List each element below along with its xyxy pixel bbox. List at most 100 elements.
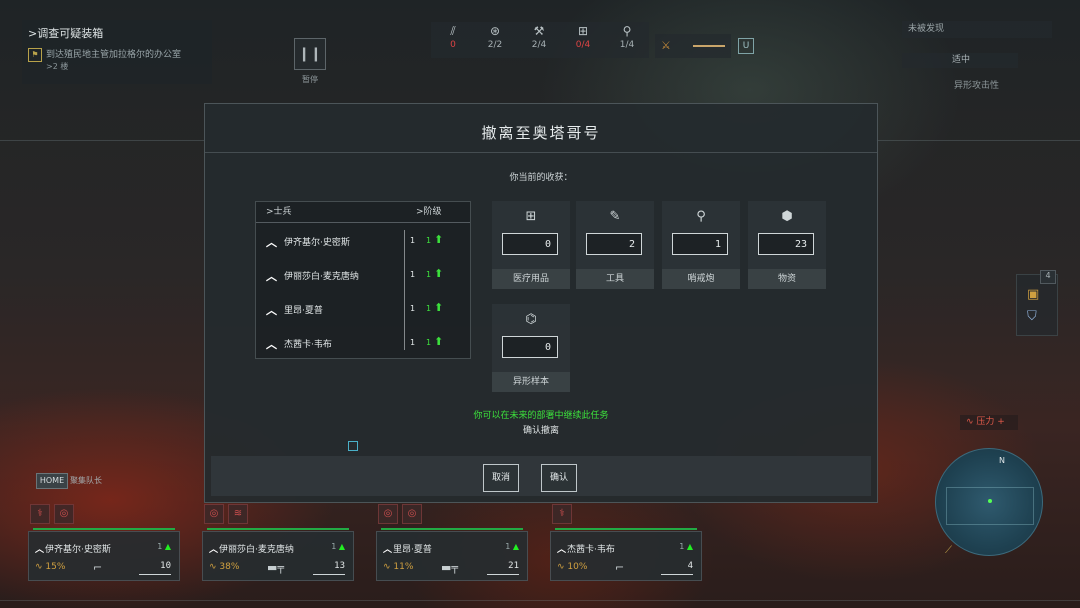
top-resource-bar: ⫽ 0 ⊛ 2/2 ⚒ 2/4 ⊞ 0/4 ⚲ 1/4 [431, 22, 649, 58]
top-resource-medkit: ⊞ 0/4 [563, 24, 603, 50]
weapon-charge-bar [693, 45, 725, 47]
scene-line [0, 140, 205, 141]
stress-icon: ∿ [209, 562, 220, 572]
wrench-icon: ✎ [609, 209, 621, 224]
top-resource-value: 2/2 [487, 40, 503, 50]
skill-target-icon[interactable]: ◎ [402, 504, 422, 524]
squad-rank-value: 1 [679, 542, 685, 551]
compass-icon: ⟋ [945, 545, 952, 556]
skill-target-icon[interactable]: ◎ [378, 504, 398, 524]
skill-target-icon[interactable]: ◎ [204, 504, 224, 524]
stress-value: 10% [567, 562, 588, 572]
confirm-button[interactable]: 确认 [541, 464, 577, 492]
roster-header-rank: >阶级 [416, 207, 442, 217]
top-resource-value: 0 [450, 40, 456, 50]
resource-sentry: ⚲ 1 哨戒炮 [662, 201, 740, 289]
stress-level: ∿ 38% [209, 562, 239, 572]
dna-icon: ⌬ [525, 312, 537, 327]
soldier-roster: >士兵 >阶级 ︿ 伊齐基尔·史密斯 1 1 ⬆ ︿ 伊丽莎白·麦克唐纳 1 1… [255, 201, 471, 359]
turret-icon: ⚲ [622, 24, 632, 38]
rank-chevron-icon: ︿ [266, 236, 277, 249]
squad-card[interactable]: ︿伊丽莎白·麦克唐纳 1 ▲ ∿ 38% ▬╤ 13 [202, 528, 354, 581]
resource-value: 0 [502, 233, 558, 255]
medkit-icon: ⊞ [525, 209, 537, 224]
resource-value: 1 [672, 233, 728, 255]
ammo-count: 21 [487, 561, 519, 575]
motion-tracker-icon[interactable]: U [738, 38, 754, 54]
pause-icon: ❙❙ [298, 46, 322, 62]
roster-row: ︿ 杰茜卡·韦布 1 1 ⬆ [256, 326, 470, 360]
roster-rank-new: 1 [426, 304, 432, 313]
sentry-turret-icon: ⚲ [696, 209, 706, 224]
skill-flame-icon[interactable]: ≋ [228, 504, 248, 524]
resource-samples: ⌬ 0 异形样本 [492, 304, 570, 392]
squad-card[interactable]: ︿里昂·夏普 1 ▲ ∿ 11% ▬╤ 21 [376, 528, 528, 581]
rank-up-icon: ▲ [338, 542, 345, 551]
resource-label: 异形样本 [492, 372, 570, 392]
home-label: 聚集队长 [70, 476, 102, 485]
supplies-cube-icon: ⬢ [781, 209, 793, 224]
minimap-structure [946, 487, 1034, 525]
resource-value: 0 [502, 336, 558, 358]
roster-header: >士兵 >阶级 [256, 202, 470, 223]
resource-label: 工具 [576, 269, 654, 289]
squad-rank: 1 ▲ [157, 542, 171, 551]
stress-value: 11% [393, 562, 414, 572]
minimap[interactable]: N [935, 448, 1043, 556]
skill-target-icon[interactable]: ◎ [54, 504, 74, 524]
pistol-icon: ⌐ [93, 561, 103, 574]
rank-chevron-icon: ︿ [266, 338, 277, 351]
ammo-count: 13 [313, 561, 345, 575]
roster-soldier-name: 里昂·夏普 [284, 306, 323, 316]
rank-chevron-icon: ︿ [383, 545, 393, 555]
roster-row: ︿ 伊齐基尔·史密斯 1 1 ⬆ [256, 224, 470, 258]
roster-rank-old: 1 [410, 338, 416, 347]
badge-icon: ⊛ [489, 24, 501, 38]
squad-rank-value: 1 [157, 542, 163, 551]
objective-panel: >调查可疑装箱 ⚑ 到达殖民地主管加拉格尔的办公室 >2 楼 [22, 20, 212, 84]
home-key-badge[interactable]: HOME [36, 473, 68, 489]
roster-rank-new: 1 [426, 236, 432, 245]
pause-label: 暂停 [302, 75, 318, 84]
squad-card[interactable]: ︿杰茜卡·韦布 1 ▲ ∿ 10% ⌐ 4 [550, 528, 702, 581]
minimap-north-label: N [999, 456, 1005, 465]
ammo-icon: ⫽ [450, 24, 456, 38]
roster-soldier-name: 杰茜卡·韦布 [284, 340, 332, 350]
pressure-indicator: ∿ 压力 + [960, 415, 1018, 430]
roster-row: ︿ 伊丽莎白·麦克唐纳 1 1 ⬆ [256, 258, 470, 292]
objective-detail: 到达殖民地主管加拉格尔的办公室 [46, 50, 182, 60]
stress-level: ∿ 10% [557, 562, 587, 572]
skill-stim-icon[interactable]: ⚕ [30, 504, 50, 524]
tools-icon: ⚒ [533, 24, 545, 38]
confirm-prompt: 确认撤离 [522, 426, 559, 436]
pistol-icon: ⌐ [615, 561, 625, 574]
roster-rank-new: 1 [426, 270, 432, 279]
squad-name-text: 伊丽莎白·麦克唐纳 [219, 545, 294, 555]
rank-up-icon: ▲ [686, 542, 693, 551]
stress-value: 38% [219, 562, 240, 572]
health-bar [555, 528, 697, 530]
health-bar [33, 528, 175, 530]
aggression-label: 异形攻击性 [954, 81, 1000, 91]
scene-line [0, 600, 1080, 601]
rifle-icon: ▬╤ [441, 561, 459, 574]
evacuation-dialog: 撤离至奥塔哥号 你当前的收获： >士兵 >阶级 ︿ 伊齐基尔·史密斯 1 1 ⬆… [204, 103, 878, 503]
resource-medical: ⊞ 0 医疗用品 [492, 201, 570, 289]
skill-stim-icon[interactable]: ⚕ [552, 504, 572, 524]
squad-name: ︿杰茜卡·韦布 [557, 542, 615, 555]
squad-rank-value: 1 [331, 542, 337, 551]
resource-label: 哨戒炮 [662, 269, 740, 289]
health-bar [207, 528, 349, 530]
roster-rank-old: 1 [410, 270, 416, 279]
shield-icon[interactable]: ⛉ [1027, 309, 1037, 324]
pause-button[interactable]: ❙❙ [294, 38, 326, 70]
weapon-indicator[interactable]: ⚔ [655, 34, 731, 58]
folder-icon[interactable]: ▣ [1027, 287, 1039, 302]
squad-card[interactable]: ︿伊齐基尔·史密斯 1 ▲ ∿ 15% ⌐ 10 [28, 528, 180, 581]
ammo-count: 4 [661, 561, 693, 575]
roster-header-soldier: >士兵 [266, 207, 292, 217]
rank-chevron-icon: ︿ [35, 545, 45, 555]
rank-up-arrow-icon: ⬆ [434, 233, 444, 246]
cancel-button[interactable]: 取消 [483, 464, 519, 492]
rank-chevron-icon: ︿ [557, 545, 567, 555]
